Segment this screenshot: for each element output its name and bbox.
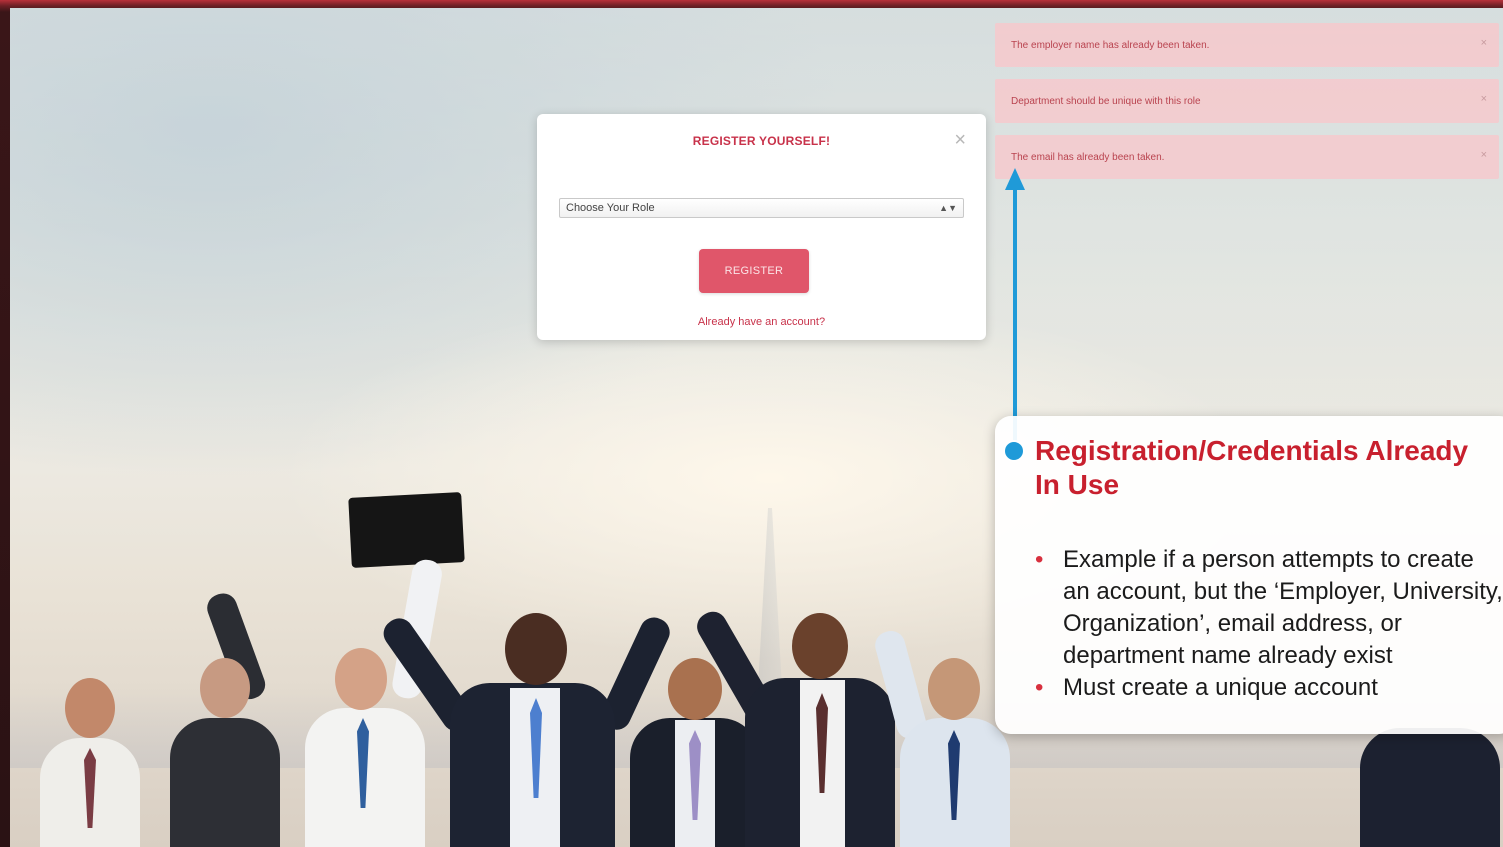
role-select-value: Choose Your Role xyxy=(566,202,655,214)
annotation-arrow xyxy=(1013,186,1017,450)
bullet-icon: • xyxy=(1035,674,1044,701)
already-have-account-link[interactable]: Already have an account? xyxy=(537,316,986,328)
person-figure xyxy=(30,678,150,847)
callout-title: Registration/Credentials Already In Use xyxy=(1035,435,1469,500)
register-modal: REGISTER YOURSELF! × Choose Your Role ▲▼… xyxy=(537,114,986,340)
error-alert: Department should be unique with this ro… xyxy=(995,79,1499,123)
error-alert: The employer name has already been taken… xyxy=(995,23,1499,67)
error-alert: The email has already been taken. × xyxy=(995,135,1499,179)
close-icon[interactable]: × xyxy=(1481,93,1487,105)
callout-list: • Example if a person attempts to create … xyxy=(1035,544,1503,704)
person-figure xyxy=(160,589,290,847)
arrow-head-icon xyxy=(1005,168,1025,190)
bullet-icon: • xyxy=(1035,546,1044,573)
person-figure xyxy=(378,608,675,847)
alert-message: The email has already been taken. xyxy=(1011,151,1165,163)
close-icon[interactable]: × xyxy=(954,130,966,150)
alert-message: Department should be unique with this ro… xyxy=(1011,95,1201,107)
annotation-callout: Registration/Credentials Already In Use … xyxy=(995,416,1503,734)
arrow-dot-icon xyxy=(1003,440,1025,462)
briefcase-image xyxy=(348,492,465,568)
select-arrows-icon: ▲▼ xyxy=(939,203,957,213)
role-select[interactable]: Choose Your Role ▲▼ xyxy=(559,198,964,218)
list-item: • Example if a person attempts to create … xyxy=(1035,546,1503,669)
close-icon[interactable]: × xyxy=(1481,149,1487,161)
register-button[interactable]: REGISTER xyxy=(699,249,809,293)
close-icon[interactable]: × xyxy=(1481,37,1487,49)
list-item: • Must create a unique account xyxy=(1035,672,1503,704)
alert-message: The employer name has already been taken… xyxy=(1011,39,1210,51)
modal-title: REGISTER YOURSELF! xyxy=(692,134,831,148)
